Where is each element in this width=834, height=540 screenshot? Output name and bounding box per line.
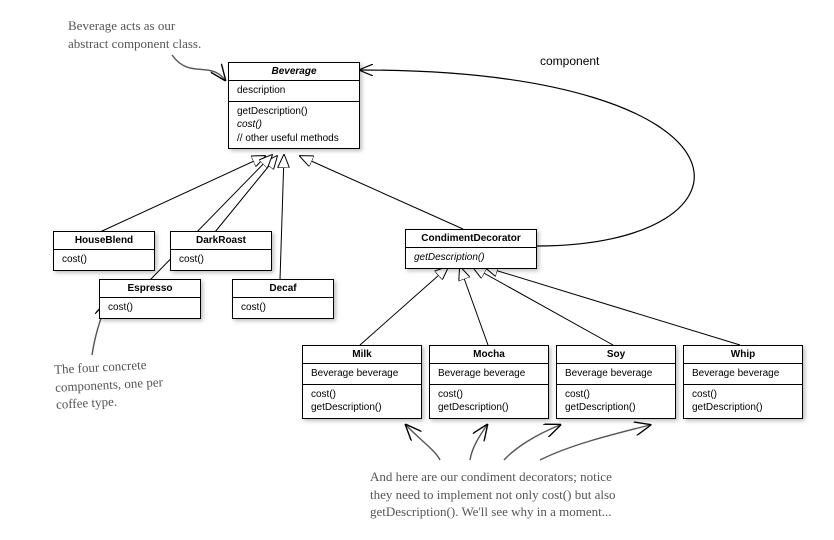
attr: Beverage beverage [311,367,413,381]
note-concrete-components: The four concrete components, one per co… [54,355,165,413]
note-condiment-decorators: And here are our condiment decorators; n… [370,468,616,521]
attr: Beverage beverage [565,367,667,381]
attr: Beverage beverage [438,367,540,381]
class-houseblend: HouseBlend cost() [53,231,155,271]
class-title: Espresso [100,280,200,298]
method: getDescription() [692,401,794,415]
method: getDescription() [414,251,528,265]
class-title: Decaf [233,280,333,298]
class-title: Soy [557,346,675,364]
method: cost() [438,388,540,402]
method: cost() [62,253,146,267]
attr: Beverage beverage [692,367,794,381]
class-title: Beverage [229,63,359,81]
class-title: CondimentDecorator [406,230,536,248]
method: cost() [179,253,263,267]
class-decaf: Decaf cost() [232,279,334,319]
method: getDescription() [565,401,667,415]
method: cost() [237,118,351,132]
method: getDescription() [237,105,351,119]
class-title: DarkRoast [171,232,271,250]
class-beverage: Beverage description getDescription() co… [228,62,360,149]
method: getDescription() [438,401,540,415]
method: // other useful methods [237,132,351,146]
method: cost() [692,388,794,402]
class-title: Milk [303,346,421,364]
method: cost() [241,301,325,315]
class-title: HouseBlend [54,232,154,250]
class-milk: Milk Beverage beverage cost() getDescrip… [302,345,422,419]
class-mocha: Mocha Beverage beverage cost() getDescri… [429,345,549,419]
class-condimentdecorator: CondimentDecorator getDescription() [405,229,537,269]
attr: description [237,84,351,98]
class-soy: Soy Beverage beverage cost() getDescript… [556,345,676,419]
method: cost() [108,301,192,315]
method: cost() [565,388,667,402]
method: getDescription() [311,401,413,415]
label-component: component [540,54,599,68]
class-whip: Whip Beverage beverage cost() getDescrip… [683,345,803,419]
class-darkroast: DarkRoast cost() [170,231,272,271]
class-title: Mocha [430,346,548,364]
class-espresso: Espresso cost() [99,279,201,319]
method: cost() [311,388,413,402]
note-abstract-component: Beverage acts as our abstract component … [68,17,201,52]
class-title: Whip [684,346,802,364]
